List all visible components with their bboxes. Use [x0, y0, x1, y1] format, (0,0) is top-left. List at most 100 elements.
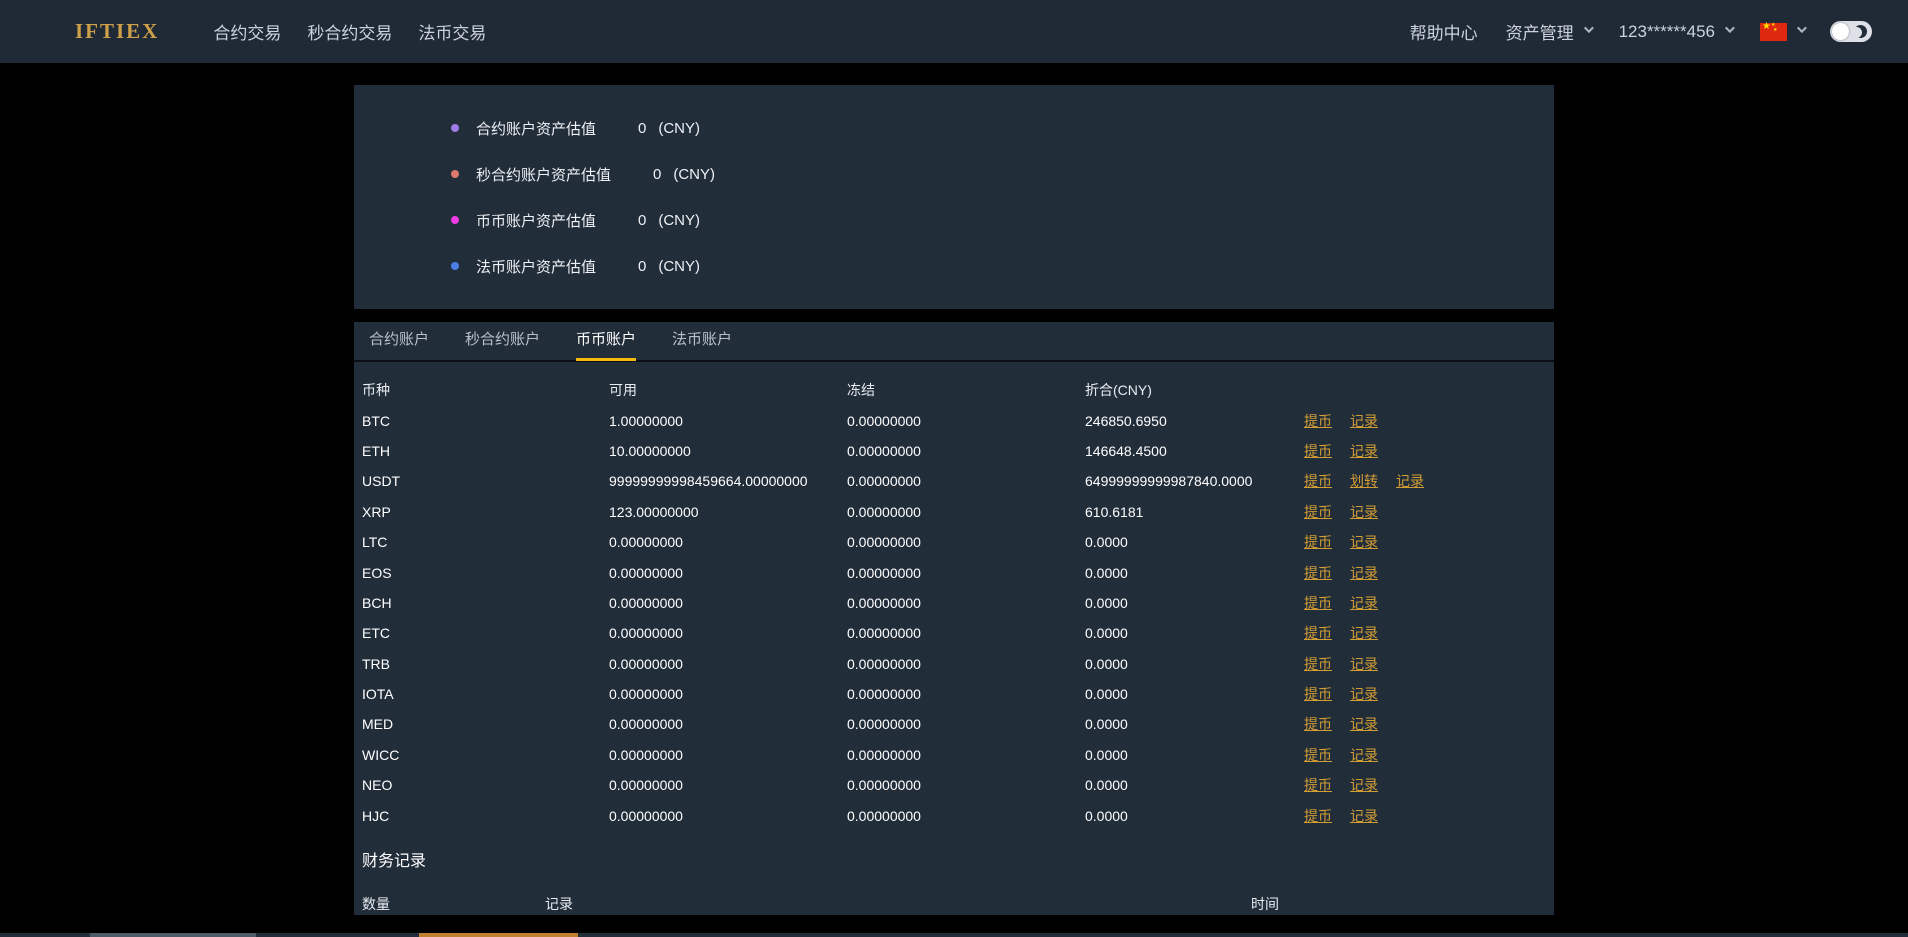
moon-icon [1854, 25, 1867, 38]
summary-item: 币币账户资产估值 0 (CNY) [451, 197, 1554, 243]
legend-dot-icon [451, 216, 459, 224]
cell-converted: 0.0000 [1085, 564, 1128, 581]
withdraw-link[interactable]: 提币 [1304, 593, 1332, 613]
cell-coin: USDT [362, 473, 401, 490]
nav-contract-trade[interactable]: 合约交易 [213, 19, 281, 44]
withdraw-link[interactable]: 提币 [1304, 471, 1332, 491]
cell-coin: TRB [362, 655, 390, 672]
cell-converted: 0.0000 [1085, 716, 1128, 733]
chevron-down-icon [1724, 23, 1735, 34]
language-menu[interactable]: ★ ★ ★ [1760, 21, 1807, 41]
record-link[interactable]: 记录 [1350, 532, 1378, 552]
tab-1[interactable]: 秒合约账户 [465, 321, 540, 361]
col-converted: 折合(CNY) [1085, 382, 1152, 399]
summary-label: 法币账户资产估值 [476, 258, 597, 276]
cell-frozen: 0.00000000 [847, 473, 921, 490]
col-available: 可用 [609, 382, 637, 399]
summary-value: 0 [653, 165, 662, 183]
logo-text: IFTIEX [75, 19, 160, 43]
wallet-table-row: USDT 99999999998459664.00000000 0.000000… [354, 466, 1554, 496]
record-link[interactable]: 记录 [1350, 411, 1378, 431]
record-link[interactable]: 记录 [1350, 714, 1378, 734]
cell-frozen: 0.00000000 [847, 807, 921, 824]
record-link[interactable]: 记录 [1350, 806, 1378, 826]
transfer-link[interactable]: 划转 [1350, 471, 1378, 491]
account-menu[interactable]: 123******456 [1618, 21, 1735, 42]
withdraw-link[interactable]: 提币 [1304, 623, 1332, 643]
withdraw-link[interactable]: 提币 [1304, 502, 1332, 522]
cell-coin: MED [362, 716, 394, 733]
cell-converted: 0.0000 [1085, 807, 1128, 824]
record-link[interactable]: 记录 [1350, 684, 1378, 704]
cell-available: 0.00000000 [609, 655, 683, 672]
wallet-rows: BTC 1.00000000 0.00000000 246850.6950 提币… [354, 405, 1554, 830]
cell-actions: 提币 记录 [1304, 593, 1554, 613]
summary-unit: (CNY) [658, 257, 701, 275]
record-link[interactable]: 记录 [1350, 563, 1378, 583]
record-link[interactable]: 记录 [1350, 745, 1378, 765]
legend-dot-icon [451, 170, 459, 178]
cell-available: 0.00000000 [609, 716, 683, 733]
cell-actions: 提币 记录 [1304, 532, 1554, 552]
cell-frozen: 0.00000000 [847, 625, 921, 642]
logo[interactable]: IFTIEX [45, 19, 159, 45]
logo-coin-icon [45, 19, 71, 45]
summary-unit: (CNY) [673, 165, 716, 183]
cell-available: 0.00000000 [609, 564, 683, 581]
cell-frozen: 0.00000000 [847, 412, 921, 429]
record-link[interactable]: 记录 [1350, 654, 1378, 674]
theme-toggle[interactable] [1830, 21, 1872, 42]
cell-frozen: 0.00000000 [847, 746, 921, 763]
cell-frozen: 0.00000000 [847, 442, 921, 459]
cell-converted: 0.0000 [1085, 686, 1128, 703]
withdraw-link[interactable]: 提币 [1304, 684, 1332, 704]
help-center-link[interactable]: 帮助中心 [1410, 19, 1478, 44]
col-record: 记录 [545, 895, 573, 912]
wallet-table-row: BTC 1.00000000 0.00000000 246850.6950 提币… [354, 405, 1554, 435]
summary-unit: (CNY) [658, 211, 701, 229]
footer-strip [0, 933, 1908, 937]
withdraw-link[interactable]: 提币 [1304, 441, 1332, 461]
cell-available: 0.00000000 [609, 686, 683, 703]
record-link[interactable]: 记录 [1350, 593, 1378, 613]
chevron-down-icon [1796, 23, 1807, 34]
cell-converted: 146648.4500 [1085, 442, 1167, 459]
record-link[interactable]: 记录 [1350, 441, 1378, 461]
withdraw-link[interactable]: 提币 [1304, 532, 1332, 552]
withdraw-link[interactable]: 提币 [1304, 714, 1332, 734]
nav-second-contract-trade[interactable]: 秒合约交易 [307, 19, 392, 44]
tab-3[interactable]: 法币账户 [672, 321, 732, 361]
wallet-table-row: ETH 10.00000000 0.00000000 146648.4500 提… [354, 436, 1554, 466]
record-link[interactable]: 记录 [1350, 623, 1378, 643]
china-flag-icon: ★ ★ ★ [1760, 21, 1787, 41]
withdraw-link[interactable]: 提币 [1304, 745, 1332, 765]
record-link[interactable]: 记录 [1350, 775, 1378, 795]
nav-fiat-trade[interactable]: 法币交易 [418, 19, 486, 44]
chevron-down-icon [1583, 23, 1594, 34]
cell-converted: 0.0000 [1085, 534, 1128, 551]
main-content: 合约账户资产估值 0 (CNY) 秒合约账户资产估值 0 (CNY) 币币账户资… [354, 85, 1554, 915]
toggle-knob-icon [1832, 23, 1849, 40]
cell-converted: 246850.6950 [1085, 412, 1167, 429]
wallet-table-row: EOS 0.00000000 0.00000000 0.0000 提币 记录 [354, 557, 1554, 587]
withdraw-link[interactable]: 提币 [1304, 411, 1332, 431]
withdraw-link[interactable]: 提币 [1304, 563, 1332, 583]
cell-available: 0.00000000 [609, 746, 683, 763]
cell-converted: 64999999999987840.0000 [1085, 473, 1253, 490]
tab-0[interactable]: 合约账户 [369, 321, 429, 361]
withdraw-link[interactable]: 提币 [1304, 806, 1332, 826]
tab-2-active[interactable]: 币币账户 [576, 321, 637, 361]
cell-frozen: 0.00000000 [847, 503, 921, 520]
cell-available: 99999999998459664.00000000 [609, 473, 808, 490]
col-amount: 数量 [362, 895, 390, 912]
record-link[interactable]: 记录 [1396, 471, 1424, 491]
record-link[interactable]: 记录 [1350, 502, 1378, 522]
account-number: 123******456 [1618, 21, 1715, 41]
cell-frozen: 0.00000000 [847, 716, 921, 733]
withdraw-link[interactable]: 提币 [1304, 775, 1332, 795]
main-nav: 合约交易 秒合约交易 法币交易 [213, 19, 512, 44]
withdraw-link[interactable]: 提币 [1304, 654, 1332, 674]
cell-frozen: 0.00000000 [847, 777, 921, 794]
cell-converted: 0.0000 [1085, 655, 1128, 672]
assets-management-menu[interactable]: 资产管理 [1506, 19, 1594, 44]
